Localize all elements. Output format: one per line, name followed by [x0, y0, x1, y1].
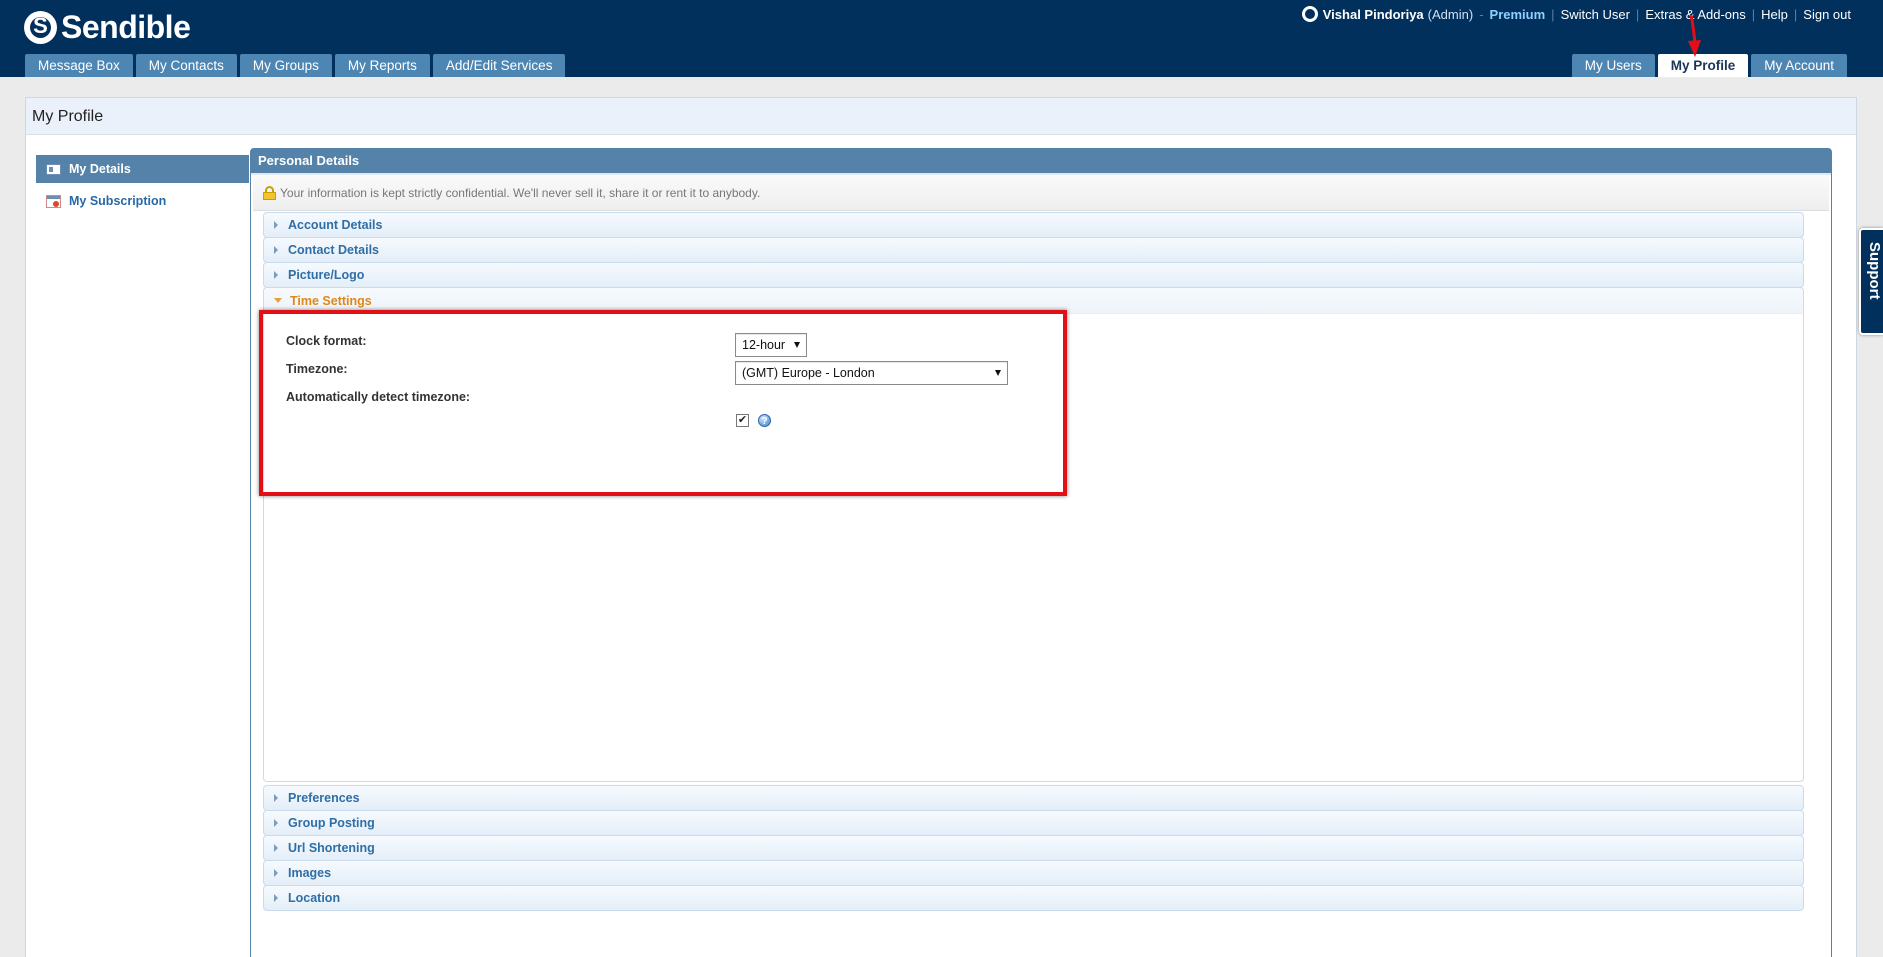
- switch-user-link[interactable]: Switch User: [1561, 7, 1630, 22]
- chevron-right-icon: [274, 894, 278, 902]
- section-account-details[interactable]: Account Details: [263, 212, 1804, 238]
- chevron-right-icon: [274, 844, 278, 852]
- section-label: Time Settings: [290, 293, 372, 308]
- auto-detect-timezone-label: Automatically detect timezone:: [286, 390, 471, 404]
- separator: |: [1551, 6, 1555, 22]
- user-bar: Vishal Pindoriya (Admin) - Premium | Swi…: [1301, 4, 1851, 24]
- timezone-value: (GMT) Europe - London: [742, 366, 875, 380]
- brand-name: Sendible: [61, 8, 191, 45]
- separator: |: [1793, 6, 1798, 22]
- clock-format-select[interactable]: 12-hour: [735, 333, 807, 357]
- tab-my-groups[interactable]: My Groups: [239, 54, 332, 77]
- section-url-shortening[interactable]: Url Shortening: [263, 835, 1804, 861]
- section-label: Preferences: [288, 791, 360, 805]
- section-time-settings: Time Settings Clock format: 12-hour Time…: [263, 287, 1804, 782]
- chevron-right-icon: [274, 221, 278, 229]
- page-container: My Profile My Details My Subscription Pe…: [25, 97, 1857, 957]
- user-role: (Admin): [1427, 6, 1474, 22]
- personal-details-panel: Personal Details Your information is kep…: [250, 148, 1832, 957]
- sign-out-link[interactable]: Sign out: [1803, 7, 1851, 22]
- separator: |: [1635, 6, 1640, 22]
- section-label: Contact Details: [288, 243, 379, 257]
- tab-my-reports[interactable]: My Reports: [334, 54, 430, 77]
- section-time-settings-header[interactable]: Time Settings: [264, 288, 1803, 314]
- tab-my-contacts[interactable]: My Contacts: [135, 54, 237, 77]
- id-card-icon: [46, 163, 61, 175]
- subscription-icon: [46, 194, 61, 208]
- section-label: Account Details: [288, 218, 383, 232]
- section-label: Location: [288, 891, 341, 905]
- chevron-right-icon: [274, 819, 278, 827]
- sendible-logo-icon: [24, 10, 57, 44]
- tab-my-profile[interactable]: My Profile: [1657, 54, 1749, 77]
- section-location[interactable]: Location: [263, 885, 1804, 911]
- timezone-select[interactable]: (GMT) Europe - London: [735, 361, 1008, 385]
- account-nav: My Users My Profile My Account: [1571, 54, 1850, 77]
- support-tab[interactable]: Support: [1859, 228, 1883, 335]
- tab-my-users[interactable]: My Users: [1571, 54, 1655, 77]
- timezone-label: Timezone:: [286, 362, 348, 376]
- section-label: Group Posting: [288, 816, 375, 830]
- section-images[interactable]: Images: [263, 860, 1804, 886]
- notice-text: Your information is kept strictly confid…: [280, 185, 761, 200]
- page-title: My Profile: [26, 98, 1856, 135]
- section-preferences[interactable]: Preferences: [263, 785, 1804, 811]
- clock-format-label: Clock format:: [286, 334, 367, 348]
- section-label: Url Shortening: [288, 841, 375, 855]
- sidebar-item-label: My Subscription: [69, 194, 167, 208]
- plan-premium-link[interactable]: Premium: [1490, 7, 1546, 22]
- top-header: Sendible Vishal Pindoriya (Admin) - Prem…: [0, 0, 1883, 77]
- chevron-right-icon: [274, 271, 278, 279]
- support-label: Support: [1866, 242, 1883, 300]
- chevron-right-icon: [274, 794, 278, 802]
- chevron-down-icon: [274, 298, 282, 303]
- help-link[interactable]: Help: [1761, 7, 1788, 22]
- sidebar-item-label: My Details: [69, 162, 131, 176]
- tab-message-box[interactable]: Message Box: [25, 54, 133, 77]
- confidentiality-notice: Your information is kept strictly confid…: [253, 175, 1829, 211]
- red-arrow-annotation-icon: [1688, 15, 1701, 57]
- help-icon[interactable]: ?: [758, 414, 771, 427]
- tab-add-edit-services[interactable]: Add/Edit Services: [432, 54, 566, 77]
- tab-my-account[interactable]: My Account: [1751, 54, 1847, 77]
- lock-icon: [263, 185, 276, 200]
- section-label: Picture/Logo: [288, 268, 365, 282]
- chevron-right-icon: [274, 869, 278, 877]
- chevron-right-icon: [274, 246, 278, 254]
- dropdown-arrow-icon: [794, 342, 800, 348]
- section-label: Images: [288, 866, 332, 880]
- user-name[interactable]: Vishal Pindoriya: [1323, 7, 1424, 22]
- user-avatar-icon: [1301, 6, 1318, 22]
- sidebar-item-my-details[interactable]: My Details: [36, 155, 249, 183]
- separator: |: [1751, 6, 1756, 22]
- sidebar-item-my-subscription[interactable]: My Subscription: [36, 187, 249, 215]
- section-contact-details[interactable]: Contact Details: [263, 237, 1804, 263]
- sendible-logo[interactable]: Sendible: [24, 8, 191, 45]
- separator-dash: -: [1479, 6, 1484, 22]
- panel-title: Personal Details: [251, 149, 1831, 175]
- dropdown-arrow-icon: [995, 370, 1001, 376]
- section-picture-logo[interactable]: Picture/Logo: [263, 262, 1804, 288]
- auto-detect-timezone-checkbox[interactable]: ✔: [736, 414, 749, 427]
- clock-format-value: 12-hour: [742, 338, 786, 352]
- main-nav: Message Box My Contacts My Groups My Rep…: [25, 54, 568, 77]
- section-group-posting[interactable]: Group Posting: [263, 810, 1804, 836]
